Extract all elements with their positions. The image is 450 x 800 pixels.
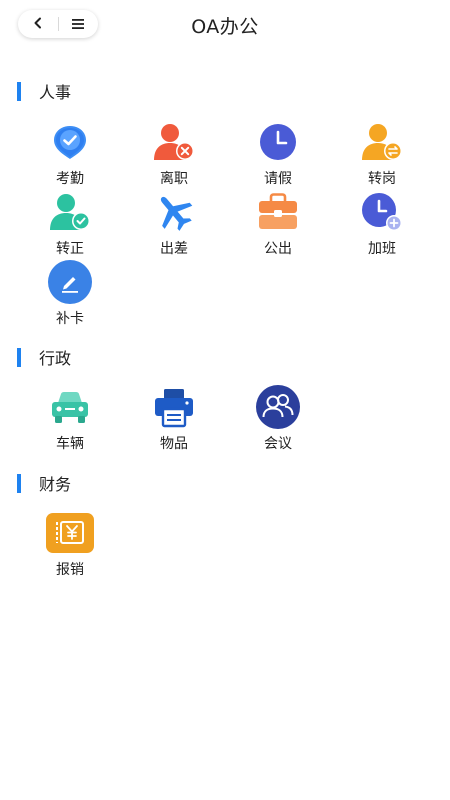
admin-grid: 车辆 物品 会议	[18, 385, 434, 455]
item-label: 报销	[56, 562, 84, 578]
airplane-icon	[149, 190, 199, 234]
top-bar: OA办公	[0, 0, 450, 48]
grid-item-business-trip[interactable]: 出差	[122, 190, 226, 260]
grid-item-vehicle[interactable]: 车辆	[18, 385, 122, 455]
grid-item-regularize[interactable]: 转正	[18, 190, 122, 260]
section-header: 行政	[0, 345, 450, 369]
grid-item-attendance[interactable]: 考勤	[18, 120, 122, 190]
briefcase-icon	[253, 190, 303, 234]
grid-item-overtime[interactable]: 加班	[330, 190, 434, 260]
item-label: 物品	[160, 436, 188, 452]
item-label: 转岗	[368, 171, 396, 187]
printer-icon	[149, 385, 199, 429]
section-title: 财务	[39, 475, 72, 494]
section-title: 人事	[39, 83, 72, 102]
section-finance: 财务	[0, 471, 450, 495]
page-title: OA办公	[191, 16, 259, 38]
grid-item-resign[interactable]: 离职	[122, 120, 226, 190]
finance-grid: 报销	[18, 511, 434, 581]
grid-item-transfer[interactable]: 转岗	[330, 120, 434, 190]
item-label: 补卡	[56, 311, 84, 327]
item-label: 考勤	[56, 171, 84, 187]
attendance-check-icon	[45, 120, 95, 164]
section-accent-bar	[17, 347, 21, 367]
grid-item-reimburse[interactable]: 报销	[18, 511, 122, 581]
overtime-clock-icon	[357, 190, 407, 234]
item-label: 请假	[264, 171, 292, 187]
grid-item-supplies[interactable]: 物品	[122, 385, 226, 455]
resign-person-icon	[149, 120, 199, 164]
meeting-people-icon	[253, 385, 303, 429]
section-title: 行政	[39, 349, 72, 368]
reimburse-ticket-icon	[45, 511, 95, 555]
section-header: 人事	[0, 79, 450, 103]
grid-item-leave[interactable]: 请假	[226, 120, 330, 190]
grid-item-card-supplement[interactable]: 补卡	[18, 260, 122, 330]
hr-grid: 考勤 离职 请假 转岗 转正 出差 公出 加班 补卡	[18, 120, 434, 330]
item-label: 转正	[56, 241, 84, 257]
pencil-icon	[45, 260, 95, 304]
section-admin: 行政	[0, 345, 450, 369]
regularize-person-icon	[45, 190, 95, 234]
item-label: 离职	[160, 171, 188, 187]
item-label: 公出	[264, 241, 292, 257]
leave-clock-icon	[253, 120, 303, 164]
section-accent-bar	[17, 473, 21, 493]
section-header: 财务	[0, 471, 450, 495]
transfer-person-icon	[357, 120, 407, 164]
grid-item-meeting[interactable]: 会议	[226, 385, 330, 455]
item-label: 会议	[264, 436, 292, 452]
item-label: 加班	[368, 241, 396, 257]
section-hr: 人事	[0, 79, 450, 103]
item-label: 出差	[160, 241, 188, 257]
section-accent-bar	[17, 81, 21, 101]
car-icon	[45, 385, 95, 429]
item-label: 车辆	[56, 436, 84, 452]
grid-item-official-out[interactable]: 公出	[226, 190, 330, 260]
